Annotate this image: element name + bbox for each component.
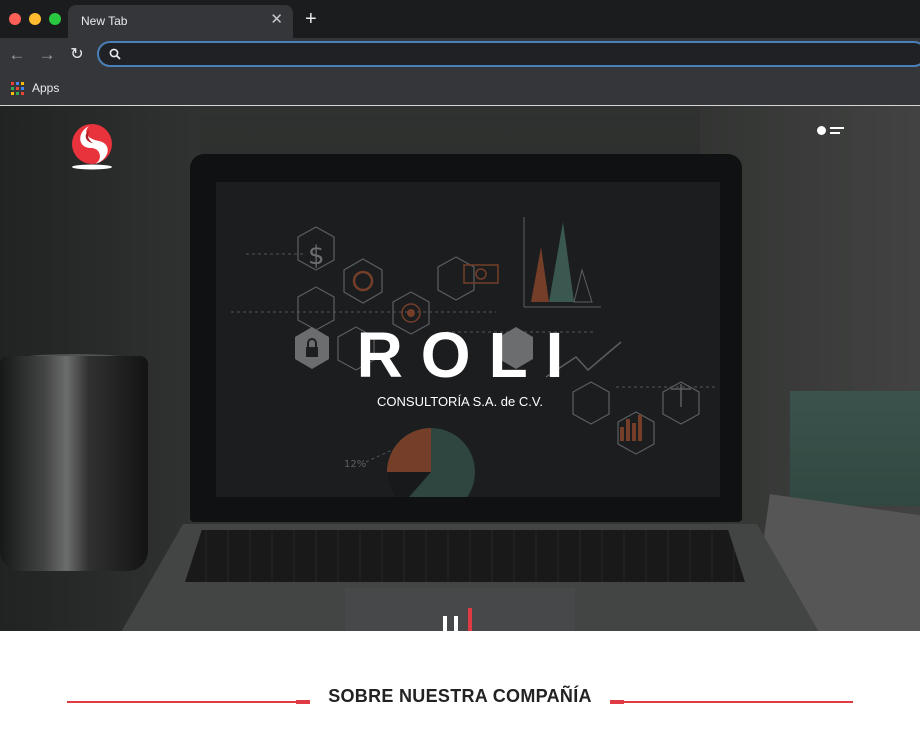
search-icon xyxy=(109,48,121,60)
bookmarks-bar: Apps xyxy=(0,72,920,106)
forward-arrow-icon[interactable]: → xyxy=(36,44,58,66)
window-minimize-button[interactable] xyxy=(29,13,41,25)
about-section: SOBRE NUESTRA COMPAÑÍA xyxy=(0,631,920,752)
hero-section: $ 12% ROLI CONSULTORÍA S.A. de C.V. xyxy=(0,106,920,631)
window-close-button[interactable] xyxy=(9,13,21,25)
scroll-down-indicator[interactable] xyxy=(443,608,477,631)
window-zoom-button[interactable] xyxy=(49,13,61,25)
menu-toggle-icon[interactable] xyxy=(814,124,848,138)
browser-toolbar: ← → ↻ xyxy=(0,38,920,72)
tab-close-icon[interactable]: ✕ xyxy=(270,12,283,28)
menu-line xyxy=(830,132,840,134)
new-tab-button[interactable]: + xyxy=(305,9,317,29)
reload-icon[interactable]: ↻ xyxy=(66,44,88,66)
address-bar[interactable] xyxy=(97,41,920,67)
about-title: SOBRE NUESTRA COMPAÑÍA xyxy=(328,686,592,706)
browser-tab[interactable]: New Tab ✕ xyxy=(68,5,293,38)
tab-title: New Tab xyxy=(81,14,128,28)
back-arrow-icon[interactable]: ← xyxy=(6,44,28,66)
hero-subtitle: CONSULTORÍA S.A. de C.V. xyxy=(377,394,543,409)
roli-logo[interactable] xyxy=(69,122,115,170)
menu-line xyxy=(830,127,844,129)
hero-title: ROLI xyxy=(356,319,582,391)
title-divider-right xyxy=(610,700,853,704)
apps-grid-icon[interactable] xyxy=(11,82,24,95)
browser-tab-strip: New Tab ✕ + xyxy=(0,0,920,38)
menu-dot xyxy=(817,126,826,135)
bookmark-apps[interactable]: Apps xyxy=(32,81,59,95)
